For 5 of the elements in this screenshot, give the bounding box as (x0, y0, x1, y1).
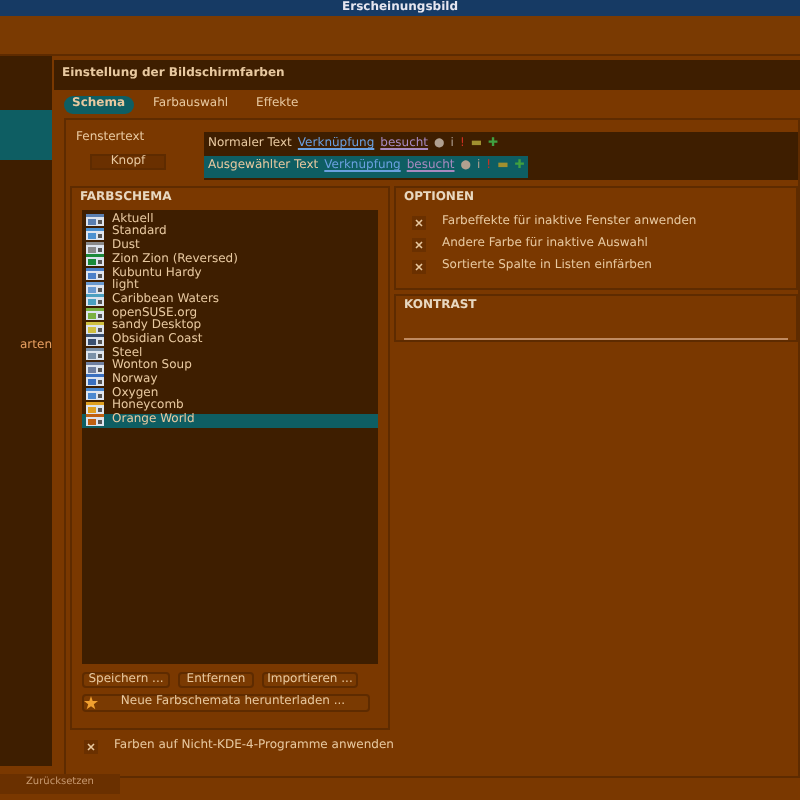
star-icon (84, 695, 98, 710)
checkbox[interactable] (412, 237, 426, 252)
checkbox[interactable] (412, 215, 426, 230)
checkbox[interactable] (84, 739, 98, 754)
checkbox[interactable] (412, 259, 426, 274)
